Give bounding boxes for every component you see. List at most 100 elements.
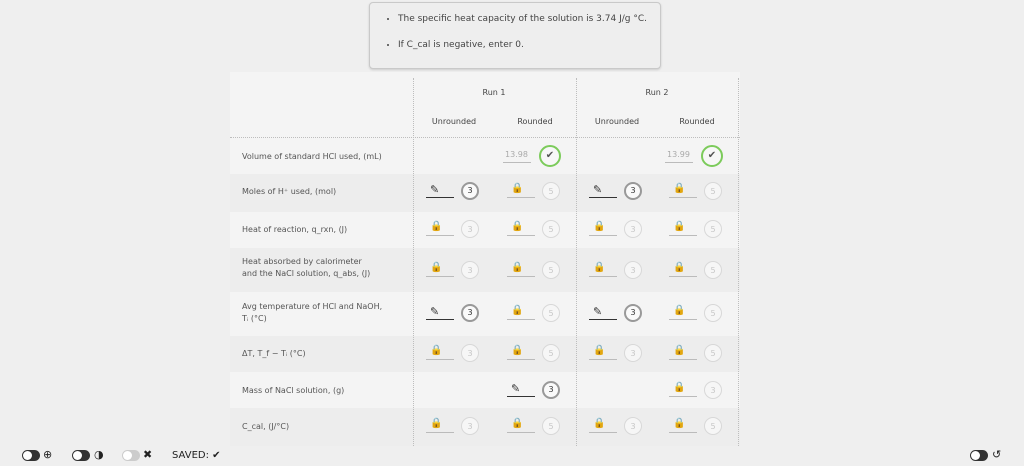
zoom-toggle[interactable] — [22, 450, 40, 461]
toggle-knob — [971, 451, 980, 460]
row-label-volume: Volume of standard HCl used, (mL) — [242, 152, 382, 161]
lock-icon: 🔒 — [673, 382, 686, 393]
zoom-in-icon[interactable]: ⊕ — [43, 448, 52, 461]
sig-figs-badge: 3 — [461, 417, 479, 435]
row-label-moles: Moles of H⁺ used, (mol) — [242, 187, 337, 196]
pencil-icon: ✎ — [511, 382, 521, 395]
row-label-heat-reaction: Heat of reaction, q_rxn, (J) — [242, 225, 348, 234]
toggle-knob — [123, 451, 132, 460]
undo-icon[interactable]: ↺ — [992, 448, 1001, 461]
sig-figs-badge: 3 — [461, 261, 479, 279]
input-underline — [507, 359, 535, 360]
delta-t-run2-unrounded: 🔒 3 — [577, 342, 657, 366]
input-underline — [665, 162, 693, 163]
mass-run2-rounded: 🔒 3 — [657, 379, 737, 403]
sig-figs-badge: 5 — [542, 344, 560, 362]
pencil-icon: ✎ — [593, 183, 603, 196]
lock-icon: 🔒 — [430, 262, 443, 273]
volume-run2-rounded[interactable]: 13.99 ✔ — [657, 145, 737, 169]
ccal-run2-rounded: 🔒 5 — [657, 415, 737, 439]
heat-rxn-run2-rounded: 🔒 5 — [657, 218, 737, 242]
moles-run2-rounded: 🔒 5 — [657, 180, 737, 204]
saved-check-icon: ✔ — [212, 450, 221, 461]
sig-figs-badge: 3 — [461, 220, 479, 238]
heat-abs-run2-rounded: 🔒 5 — [657, 259, 737, 283]
sig-figs-badge: 3 — [542, 381, 560, 399]
moles-run2-unrounded[interactable]: ✎ 3 — [577, 180, 657, 204]
lock-icon: 🔒 — [430, 345, 443, 356]
saved-label: SAVED: — [172, 450, 209, 461]
row-label-heat-absorbed: Heat absorbed by calorimeter and the NaC… — [242, 256, 412, 280]
delta-t-run1-rounded: 🔒 5 — [495, 342, 575, 366]
sig-figs-badge: 3 — [624, 417, 642, 435]
lock-icon: 🔒 — [593, 262, 606, 273]
input-underline — [589, 197, 617, 198]
header-divider — [230, 137, 740, 138]
sig-figs-badge: 3 — [624, 344, 642, 362]
sig-figs-badge: 5 — [542, 261, 560, 279]
input-underline — [426, 276, 454, 277]
avg-temp-run1-unrounded[interactable]: ✎ 3 — [414, 302, 494, 326]
contrast-icon[interactable]: ◑ — [94, 448, 104, 461]
sig-figs-badge: 5 — [542, 417, 560, 435]
input-underline — [589, 235, 617, 236]
sig-figs-badge: 5 — [542, 304, 560, 322]
input-underline — [589, 359, 617, 360]
heat-rxn-run2-unrounded: 🔒 3 — [577, 218, 657, 242]
toggle-knob — [73, 451, 82, 460]
pencil-icon: ✎ — [430, 183, 440, 196]
pencil-icon: ✎ — [593, 305, 603, 318]
lock-icon: 🔒 — [511, 418, 524, 429]
lock-icon: 🔒 — [511, 262, 524, 273]
volume-run1-rounded[interactable]: 13.98 ✔ — [495, 145, 575, 169]
undo-toggle[interactable] — [970, 450, 988, 461]
sig-figs-badge: 3 — [624, 220, 642, 238]
lock-icon: 🔒 — [673, 262, 686, 273]
info-box: The specific heat capacity of the soluti… — [369, 2, 661, 69]
sig-figs-badge: 3 — [624, 182, 642, 200]
sig-figs-badge: 3 — [704, 381, 722, 399]
input-underline — [669, 319, 697, 320]
contrast-toggle[interactable] — [72, 450, 90, 461]
info-bullet: The specific heat capacity of the soluti… — [398, 13, 660, 25]
input-underline — [426, 359, 454, 360]
mass-run1-rounded[interactable]: ✎ 3 — [495, 379, 575, 403]
input-underline — [669, 432, 697, 433]
correct-check-icon: ✔ — [701, 145, 723, 167]
col-rounded-run2: Rounded — [679, 117, 715, 126]
moles-run1-unrounded[interactable]: ✎ 3 — [414, 180, 494, 204]
input-underline — [507, 319, 535, 320]
row-label-mass: Mass of NaCl solution, (g) — [242, 386, 345, 395]
lock-icon: 🔒 — [673, 221, 686, 232]
input-underline — [669, 235, 697, 236]
input-underline — [669, 396, 697, 397]
input-underline — [507, 235, 535, 236]
row-label-line: Avg temperature of HCl and NaOH, — [242, 302, 383, 311]
input-underline — [589, 276, 617, 277]
delta-t-run1-unrounded: 🔒 3 — [414, 342, 494, 366]
avg-temp-run2-unrounded[interactable]: ✎ 3 — [577, 302, 657, 326]
input-underline — [589, 432, 617, 433]
run-1-header: Run 1 — [482, 88, 506, 97]
sig-figs-badge: 5 — [704, 304, 722, 322]
column-divider — [738, 78, 739, 446]
sig-figs-badge: 5 — [704, 220, 722, 238]
sig-figs-badge: 3 — [624, 261, 642, 279]
input-underline — [507, 432, 535, 433]
sig-figs-badge: 5 — [542, 182, 560, 200]
lock-icon: 🔒 — [511, 221, 524, 232]
avg-temp-run1-rounded: 🔒 5 — [495, 302, 575, 326]
fullscreen-toggle[interactable] — [122, 450, 140, 461]
input-underline — [507, 276, 535, 277]
ccal-run1-rounded: 🔒 5 — [495, 415, 575, 439]
pencil-icon: ✎ — [430, 305, 440, 318]
lock-icon: 🔒 — [593, 418, 606, 429]
input-underline — [507, 197, 535, 198]
heat-abs-run1-unrounded: 🔒 3 — [414, 259, 494, 283]
sig-figs-badge: 3 — [461, 344, 479, 362]
row-label-ccal: C_cal, (J/°C) — [242, 422, 290, 431]
shuffle-icon[interactable]: ✖ — [143, 448, 152, 461]
input-underline — [589, 319, 617, 320]
input-underline — [669, 276, 697, 277]
input-underline — [426, 319, 454, 320]
